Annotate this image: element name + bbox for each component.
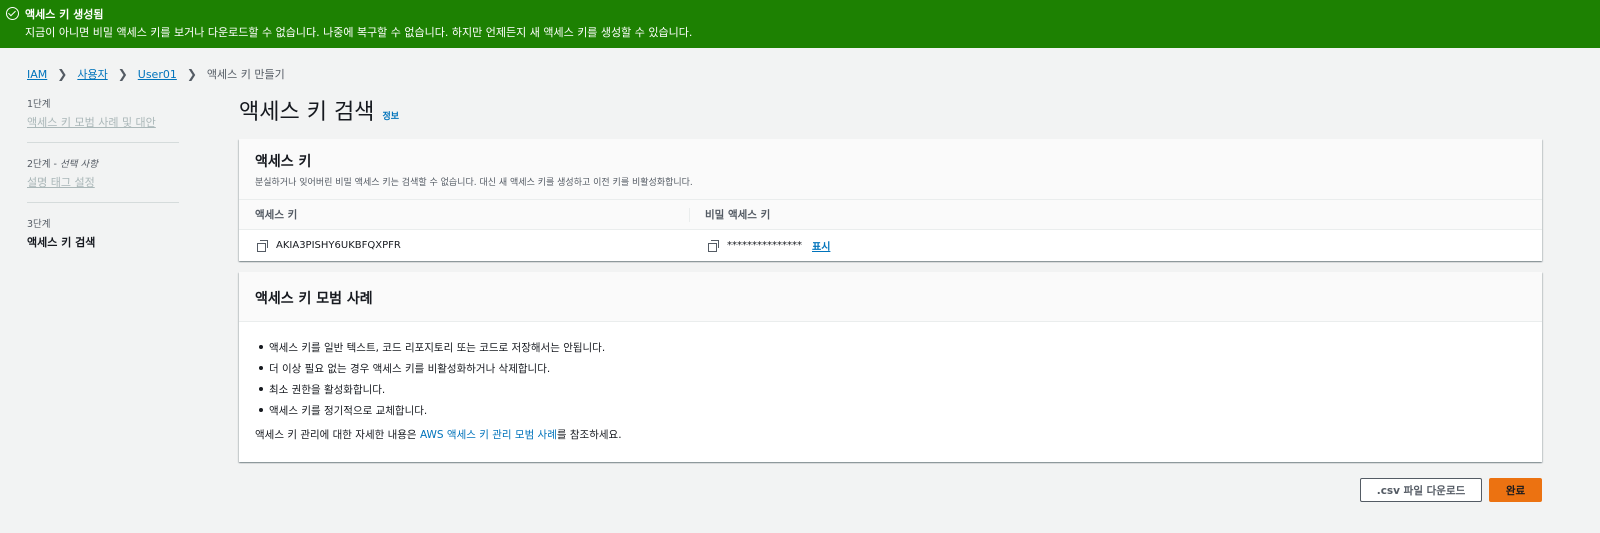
- best-practices-footer: 액세스 키 관리에 대한 자세한 내용은 AWS 액세스 키 관리 모범 사례를…: [239, 427, 1542, 442]
- footer-suffix: 를 참조하세요.: [556, 429, 622, 441]
- access-key-panel-header: 액세스 키 분실하거나 잊어버린 비밀 액세스 키는 검색할 수 없습니다. 대…: [239, 139, 1542, 200]
- best-practices-panel: 액세스 키 모범 사례 액세스 키를 일반 텍스트, 코드 리포지토리 또는 코…: [239, 272, 1542, 462]
- breadcrumb: IAM ❯ 사용자 ❯ User01 ❯ 액세스 키 만들기: [27, 66, 285, 82]
- list-item: 더 이상 필요 없는 경우 액세스 키를 비활성화하거나 삭제합니다.: [259, 361, 1542, 382]
- done-button[interactable]: 완료: [1489, 478, 1542, 502]
- step-3-number: 3단계: [27, 219, 51, 230]
- step-2-optional: 선택 사항: [60, 159, 98, 170]
- copy-icon[interactable]: [708, 239, 719, 252]
- footer-prefix: 액세스 키 관리에 대한 자세한 내용은: [255, 429, 420, 441]
- list-item: 액세스 키를 일반 텍스트, 코드 리포지토리 또는 코드로 저장해서는 안됩니…: [259, 340, 1542, 361]
- success-banner: 액세스 키 생성됨 지금이 아니면 비밀 액세스 키를 보거나 다운로드할 수 …: [0, 0, 1600, 48]
- step-2-number: 2단계 -: [27, 159, 60, 170]
- table-header: 액세스 키 비밀 액세스 키: [239, 200, 1542, 230]
- access-key-panel: 액세스 키 분실하거나 잊어버린 비밀 액세스 키는 검색할 수 없습니다. 대…: [239, 139, 1542, 261]
- step-1: 1단계 액세스 키 모범 사례 및 대안: [27, 96, 179, 143]
- secret-key-value: ***************: [727, 239, 802, 251]
- page-header: 액세스 키 검색 정보: [239, 94, 399, 126]
- success-check-icon: [6, 7, 19, 20]
- best-practices-header: 액세스 키 모범 사례: [239, 272, 1542, 322]
- best-practices-link[interactable]: AWS 액세스 키 관리 모범 사례: [420, 429, 557, 441]
- chevron-right-icon: ❯: [57, 67, 68, 81]
- banner-message: 지금이 아니면 비밀 액세스 키를 보거나 다운로드할 수 없습니다. 나중에 …: [25, 26, 693, 39]
- access-key-panel-title: 액세스 키: [255, 154, 312, 170]
- banner-title: 액세스 키 생성됨: [25, 7, 104, 21]
- access-key-panel-description: 분실하거나 잊어버린 비밀 액세스 키는 검색할 수 없습니다. 대신 새 액세…: [255, 178, 693, 188]
- list-item: 액세스 키를 정기적으로 교체합니다.: [259, 403, 1542, 424]
- step-2: 2단계 - 선택 사항 설명 태그 설정: [27, 156, 179, 203]
- wizard-steps: 1단계 액세스 키 모범 사례 및 대안 2단계 - 선택 사항 설명 태그 설…: [27, 96, 179, 275]
- step-2-link[interactable]: 설명 태그 설정: [27, 174, 179, 190]
- best-practices-title: 액세스 키 모범 사례: [255, 291, 373, 307]
- table-row: AKIA3PISHY6UKBFQXPFR *************** 표시: [239, 230, 1542, 260]
- breadcrumb-current: 액세스 키 만들기: [206, 68, 285, 81]
- list-item: 최소 권한을 활성화합니다.: [259, 382, 1542, 403]
- breadcrumb-users[interactable]: 사용자: [77, 66, 107, 82]
- best-practices-list: 액세스 키를 일반 텍스트, 코드 리포지토리 또는 코드로 저장해서는 안됩니…: [239, 322, 1542, 424]
- chevron-right-icon: ❯: [186, 67, 197, 81]
- copy-icon[interactable]: [257, 239, 268, 252]
- chevron-right-icon: ❯: [117, 67, 128, 81]
- breadcrumb-user01[interactable]: User01: [138, 68, 177, 81]
- step-1-link[interactable]: 액세스 키 모범 사례 및 대안: [27, 114, 179, 130]
- breadcrumb-iam[interactable]: IAM: [27, 68, 47, 81]
- page-title: 액세스 키 검색: [239, 100, 375, 125]
- download-csv-button[interactable]: .csv 파일 다운로드: [1360, 478, 1482, 502]
- step-1-number: 1단계: [27, 99, 51, 110]
- show-secret-button[interactable]: 표시: [812, 238, 830, 253]
- step-3: 3단계 액세스 키 검색: [27, 216, 179, 262]
- info-link[interactable]: 정보: [382, 109, 399, 122]
- step-3-current: 액세스 키 검색: [27, 236, 96, 249]
- access-key-value: AKIA3PISHY6UKBFQXPFR: [276, 239, 401, 251]
- col-secret-key: 비밀 액세스 키: [705, 209, 771, 221]
- col-access-key: 액세스 키: [239, 207, 690, 222]
